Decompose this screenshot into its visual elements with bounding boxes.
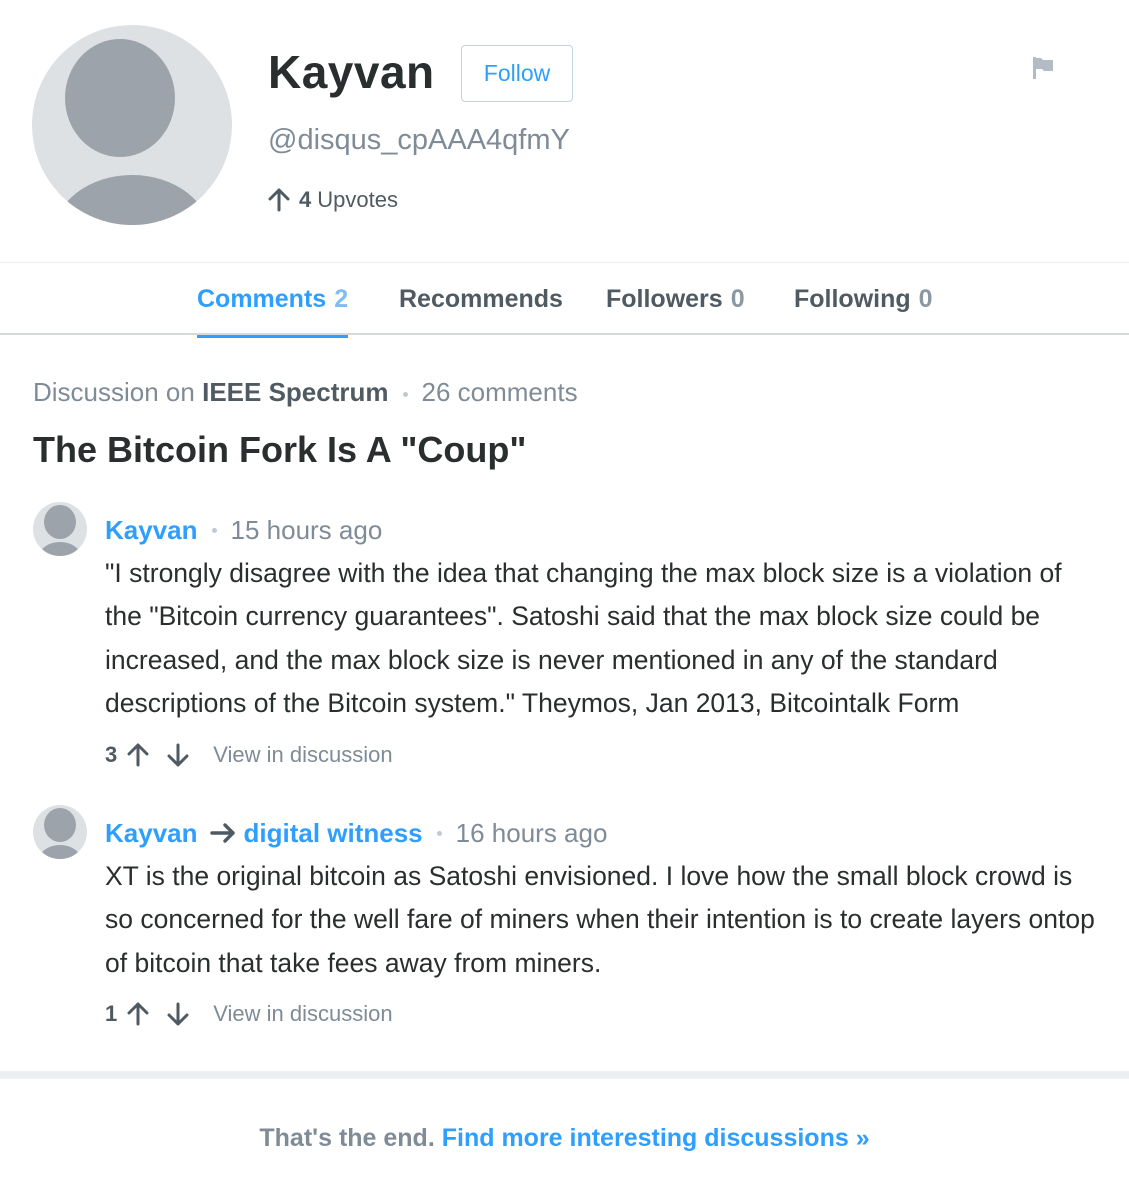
comment-time[interactable]: 16 hours ago <box>456 815 608 851</box>
profile-header: Kayvan Follow @disqus_cpAAA4qfmY 4 Upvot… <box>0 0 1129 262</box>
vote-count: 1 <box>105 1001 118 1026</box>
profile-upvotes: 4 Upvotes <box>268 185 398 215</box>
arrow-up-icon <box>268 188 290 212</box>
downvote-icon[interactable] <box>167 743 189 767</box>
discussion-prefix: Discussion on <box>33 377 195 407</box>
profile-name: Kayvan <box>268 46 435 98</box>
upvote-icon[interactable] <box>127 1002 149 1026</box>
discussion-title[interactable]: The Bitcoin Fork Is A "Coup" <box>33 426 526 474</box>
tab-count: 0 <box>730 285 745 313</box>
profile-username: @disqus_cpAAA4qfmY <box>268 124 570 156</box>
find-more-link[interactable]: Find more interesting discussions » <box>442 1124 870 1152</box>
tab-count: 0 <box>918 285 933 313</box>
comment-body: "I strongly disagree with the idea that … <box>105 558 1062 718</box>
discussion-meta: Discussion on IEEE Spectrum 26 comments <box>33 374 578 410</box>
avatar-head-shape <box>44 808 76 842</box>
avatar-head-shape <box>44 505 76 539</box>
tab-label: Recommends <box>399 285 563 313</box>
comment-header: Kayvan 15 hours ago <box>105 512 382 548</box>
avatar-body-shape <box>54 175 210 225</box>
flag-icon[interactable] <box>1031 55 1055 81</box>
profile-avatar[interactable] <box>32 25 232 225</box>
comment-header: Kayvan digital witness 16 hours ago <box>105 815 607 851</box>
tab-followers[interactable]: Followers 0 <box>606 263 745 336</box>
tab-following[interactable]: Following 0 <box>794 263 933 336</box>
comment-body: XT is the original bitcoin as Satoshi en… <box>105 861 1095 978</box>
view-in-discussion-link[interactable]: View in discussion <box>213 999 392 1029</box>
comment-footer: 3 View in discussion <box>105 740 393 770</box>
profile-tabs: Comments 2 Recommends Followers 0 Followin… <box>0 262 1129 338</box>
tab-label: Followers <box>606 285 723 313</box>
tab-label: Following <box>794 285 911 313</box>
tab-comments[interactable]: Comments 2 <box>197 263 349 338</box>
upvotes-count: 4 <box>299 187 312 212</box>
avatar-body-shape <box>39 845 81 859</box>
comment-time[interactable]: 15 hours ago <box>231 512 383 548</box>
comment-reply-to[interactable]: digital witness <box>244 815 423 851</box>
end-of-list: That's the end. Find more interesting di… <box>0 1120 1129 1156</box>
comment-footer: 1 View in discussion <box>105 999 393 1029</box>
separator-dot <box>436 830 442 836</box>
vote-count: 3 <box>105 742 118 767</box>
avatar-head-shape <box>65 39 175 157</box>
discussion-forum-link[interactable]: IEEE Spectrum <box>202 377 388 407</box>
tab-count: 2 <box>334 285 349 313</box>
downvote-icon[interactable] <box>167 1002 189 1026</box>
section-divider <box>0 1071 1129 1079</box>
comment-avatar[interactable] <box>33 805 87 859</box>
separator-dot <box>402 391 408 397</box>
avatar-body-shape <box>39 542 81 556</box>
comment-avatar[interactable] <box>33 502 87 556</box>
upvotes-label: Upvotes <box>317 187 398 212</box>
view-in-discussion-link[interactable]: View in discussion <box>213 740 392 770</box>
upvote-icon[interactable] <box>127 743 149 767</box>
end-text: That's the end. <box>259 1124 435 1152</box>
tab-recommends[interactable]: Recommends <box>399 263 563 336</box>
tab-label: Comments <box>197 285 327 313</box>
comment-author[interactable]: Kayvan <box>105 512 198 548</box>
reply-arrow-icon <box>209 823 235 843</box>
comment-author[interactable]: Kayvan <box>105 815 198 851</box>
follow-button[interactable]: Follow <box>461 45 573 102</box>
separator-dot <box>211 527 217 533</box>
discussion-comments-count[interactable]: 26 comments <box>422 377 578 407</box>
